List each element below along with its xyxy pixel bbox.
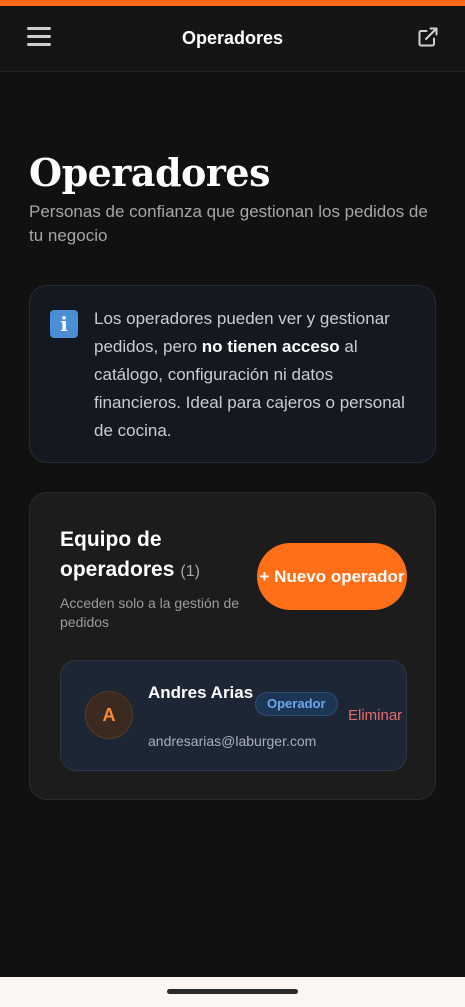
team-title: Equipo de operadores (1) bbox=[60, 525, 260, 587]
avatar: A bbox=[85, 691, 133, 739]
info-icon: i bbox=[50, 310, 78, 338]
operator-name: Andres Arias bbox=[148, 683, 254, 702]
team-title-text: Equipo de operadores bbox=[60, 528, 175, 581]
system-navigation-bar bbox=[0, 977, 465, 1007]
external-link-icon[interactable] bbox=[417, 26, 439, 48]
hamburger-menu-icon[interactable] bbox=[27, 27, 51, 49]
info-notice-card: i Los operadores pueden ver y gestionar … bbox=[29, 285, 436, 463]
new-operator-button[interactable]: + Nuevo operador bbox=[257, 543, 407, 610]
operator-list-item: A Andres Arias andresarias@laburger.com … bbox=[60, 660, 407, 771]
remove-operator-button[interactable]: Eliminar bbox=[348, 707, 402, 724]
info-notice-text: Los operadores pueden ver y gestionar pe… bbox=[94, 305, 420, 445]
page-title: Operadores bbox=[29, 150, 271, 195]
info-text-bold: no tienen acceso bbox=[201, 337, 340, 356]
app-bar: Operadores bbox=[0, 6, 465, 72]
operator-email: andresarias@laburger.com bbox=[148, 733, 317, 749]
role-badge: Operador bbox=[255, 692, 338, 716]
team-description: Acceden solo a la gestión de pedidos bbox=[60, 595, 240, 630]
team-count: (1) bbox=[180, 563, 200, 580]
page-subtitle: Personas de confianza que gestionan los … bbox=[29, 202, 428, 245]
home-gesture-handle[interactable] bbox=[167, 989, 298, 994]
app-bar-title: Operadores bbox=[181, 28, 284, 48]
operators-team-card: Equipo de operadores (1) Acceden solo a l… bbox=[29, 492, 436, 800]
